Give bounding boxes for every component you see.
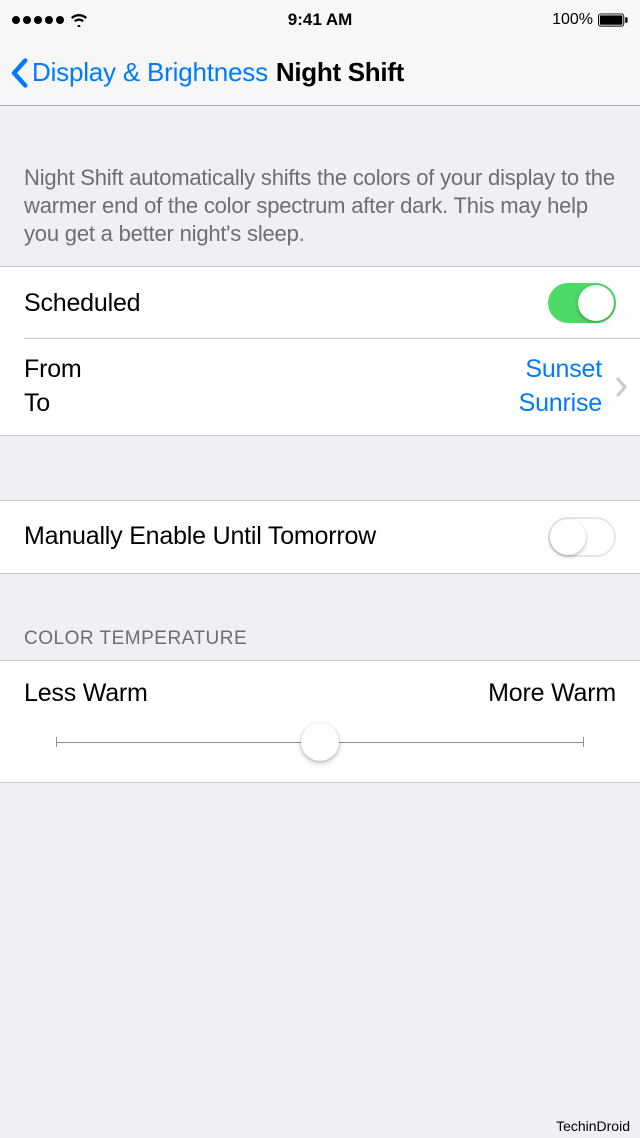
back-button[interactable]: Display & Brightness <box>32 57 268 88</box>
to-value: Sunrise <box>519 387 602 421</box>
status-time: 9:41 AM <box>288 10 353 30</box>
scheduled-group: Scheduled From To Sunset Sunrise <box>0 266 640 436</box>
from-value: Sunset <box>519 353 602 387</box>
battery-icon <box>598 13 628 27</box>
manual-group: Manually Enable Until Tomorrow <box>0 500 640 574</box>
signal-strength-icon <box>12 16 64 24</box>
scheduled-label: Scheduled <box>24 289 548 318</box>
scheduled-toggle[interactable] <box>548 283 616 323</box>
schedule-time-row[interactable]: From To Sunset Sunrise <box>0 339 640 435</box>
to-label: To <box>24 387 519 421</box>
description-text: Night Shift automatically shifts the col… <box>0 106 640 266</box>
scheduled-row: Scheduled <box>0 267 640 339</box>
chevron-right-icon <box>616 377 628 397</box>
color-temperature-group: Less Warm More Warm <box>0 660 640 783</box>
from-label: From <box>24 353 519 387</box>
color-temperature-slider[interactable] <box>24 724 616 760</box>
color-temperature-header: COLOR TEMPERATURE <box>0 574 640 660</box>
status-bar: 9:41 AM 100% <box>0 0 640 40</box>
manual-enable-label: Manually Enable Until Tomorrow <box>24 522 548 551</box>
battery-percent: 100% <box>552 11 593 29</box>
nav-bar: Display & Brightness Night Shift <box>0 40 640 106</box>
status-left <box>12 13 88 27</box>
manual-enable-toggle[interactable] <box>548 517 616 557</box>
slider-knob[interactable] <box>301 723 339 761</box>
less-warm-label: Less Warm <box>24 679 148 708</box>
page-title: Night Shift <box>276 57 404 88</box>
watermark: TechinDroid <box>556 1118 630 1134</box>
back-chevron-icon[interactable] <box>10 58 28 88</box>
schedule-labels: From To <box>24 353 519 421</box>
more-warm-label: More Warm <box>488 679 616 708</box>
status-right: 100% <box>552 11 628 29</box>
wifi-icon <box>70 13 88 27</box>
schedule-values: Sunset Sunrise <box>519 353 602 421</box>
manual-enable-row: Manually Enable Until Tomorrow <box>0 501 640 573</box>
